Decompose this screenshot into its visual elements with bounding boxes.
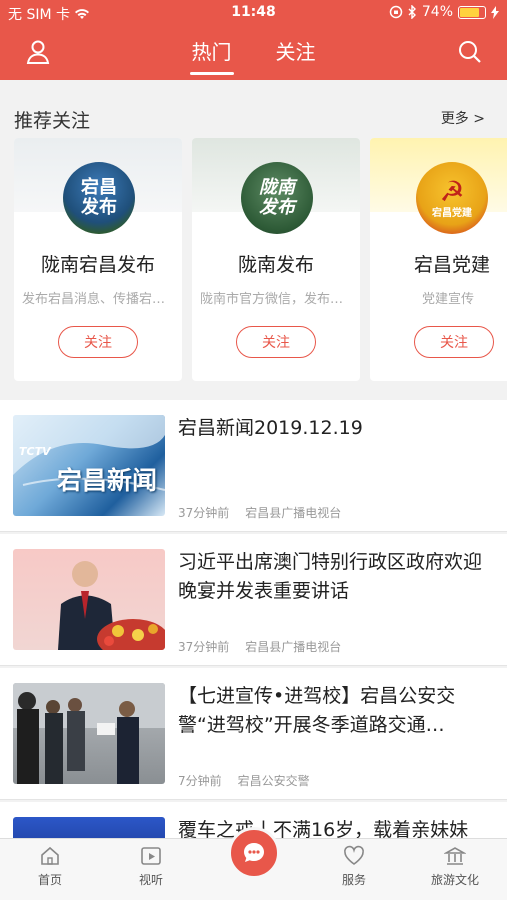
header-tabs: 热门 关注 [0,36,507,75]
app-header: 无 SIM 卡 11:48 74% 热门 关注 [0,0,507,80]
news-title: 【七进宣传•进驾校】宕昌公安交警“进驾校”开展冬季道路交通… [178,685,456,736]
thumbnail-caption: 宕昌新闻 [57,466,158,495]
charging-icon [491,5,499,19]
recommend-section: 推荐关注 更多 > 宕昌发布 陇南宕昌发布 发布宕昌消息、传播宕昌声音 关注 陇… [0,80,507,400]
news-thumbnail [13,683,165,784]
tabbar-label: 首页 [37,873,62,887]
thumbnail-art [58,561,165,650]
news-time: 37分钟前 [178,506,230,520]
battery-percent: 74% [421,4,453,20]
battery-icon [458,5,486,19]
video-icon [141,847,161,865]
news-thumbnail: TCTV 宕昌新闻 [13,415,165,516]
news-source: 宕昌县广播电视台 [245,506,342,520]
news-meta: 7分钟前 宕昌公安交警 [178,772,310,789]
culture-icon [444,847,466,865]
follow-button[interactable]: 关注 [236,326,316,358]
tabbar-service[interactable]: 服务 [304,845,404,888]
thumbnail-tag: TCTV [19,445,51,458]
tabbar-video[interactable]: 视听 [101,845,201,888]
account-avatar: 宕昌 发布 [63,162,135,234]
news-title: 习近平出席澳门特别行政区政府欢迎晚宴并发表重要讲话 [178,551,483,602]
tabbar-culture[interactable]: 旅游文化 [405,845,505,888]
account-name: 陇南发布 [237,254,314,276]
search-icon[interactable] [456,38,484,66]
heart-icon [344,845,364,865]
tabbar-label: 旅游文化 [430,873,479,887]
news-item[interactable]: TCTV 宕昌新闻 宕昌新闻2019.12.19 37分钟前 宕昌县广播电视台 [0,400,507,532]
news-source: 宕昌公安交警 [237,774,310,788]
account-avatar: ☭ 宕昌党建 [416,162,488,234]
news-time: 7分钟前 [178,774,222,788]
avatar-logo-text: ☭ 宕昌党建 [432,175,472,219]
news-thumbnail [13,549,165,650]
account-desc: 党建宣传 [422,292,475,307]
follow-button[interactable]: 关注 [414,326,494,358]
avatar-logo-text: 陇南 发布 [259,177,295,218]
account-avatar: 陇南 发布 [241,162,313,234]
avatar-logo-text: 宕昌 发布 [81,177,117,218]
follow-card[interactable]: 宕昌发布 陇南宕昌发布 发布宕昌消息、传播宕昌声音 关注 [14,138,182,381]
bottom-tab-bar: 首页 视听 服务 旅游文化 [0,827,507,900]
follow-button[interactable]: 关注 [58,326,138,358]
status-bar: 无 SIM 卡 11:48 74% [0,0,507,26]
rotation-lock-icon [389,5,403,19]
account-desc: 陇南市官方微信，发布权威信息 [200,292,352,307]
thumbnail-art [13,683,165,784]
battery-fill [460,7,480,17]
tabbar-label: 服务 [341,873,366,887]
news-time: 37分钟前 [178,640,230,654]
tabbar-home[interactable]: 首页 [0,845,100,888]
account-name: 宕昌党建 [414,254,491,276]
tabbar-label: 视听 [138,873,163,887]
section-title: 推荐关注 [14,110,91,132]
news-meta: 37分钟前 宕昌县广播电视台 [178,504,341,521]
home-icon [41,846,59,865]
news-meta: 37分钟前 宕昌县广播电视台 [178,638,341,655]
follow-card[interactable]: ☭ 宕昌党建 宕昌党建 党建宣传 关注 [370,138,507,381]
bluetooth-icon [408,5,416,19]
center-action-button[interactable] [228,827,280,879]
nav-bar: 热门 关注 [0,30,507,75]
news-title: 宕昌新闻2019.12.19 [178,417,363,439]
more-link[interactable]: 更多 > [441,108,485,128]
news-item[interactable]: 【七进宣传•进驾校】宕昌公安交警“进驾校”开展冬季道路交通… 7分钟前 宕昌公安… [0,668,507,800]
account-name: 陇南宕昌发布 [40,254,155,276]
follow-card[interactable]: 陇南发布 陇南发布 陇南市官方微信，发布权威信息 关注 [192,138,360,381]
tab-hot[interactable]: 热门 [189,36,234,75]
news-source: 宕昌县广播电视台 [245,640,342,654]
news-item[interactable]: 习近平出席澳门特别行政区政府欢迎晚宴并发表重要讲话 37分钟前 宕昌县广播电视台 [0,534,507,666]
chat-bubble-icon [244,843,264,862]
status-right: 74% [389,4,499,20]
account-desc: 发布宕昌消息、传播宕昌声音 [22,292,174,307]
tab-follow[interactable]: 关注 [274,36,318,75]
